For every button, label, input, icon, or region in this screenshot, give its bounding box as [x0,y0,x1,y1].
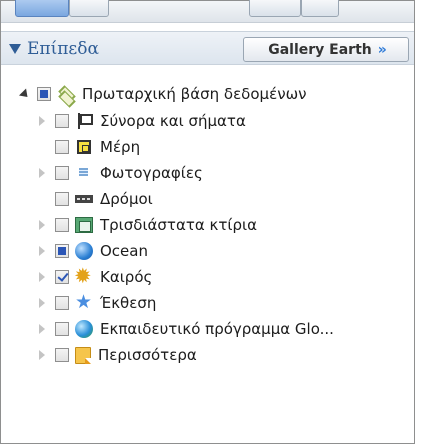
layer-checkbox[interactable] [55,296,69,310]
layer-checkbox[interactable] [55,114,69,128]
layer-label: Περισσότερα [98,346,197,364]
toolbar-button[interactable] [69,0,109,17]
layer-checkbox[interactable] [55,166,69,180]
layer-label: Πρωταρχική βάση δεδομένων [82,85,307,103]
layer-label: Δρόμοι [100,190,153,208]
layer-label: Μέρη [100,138,141,156]
toolbar-button-active[interactable] [15,0,69,17]
collapsed-arrow-icon[interactable] [37,245,49,257]
tree-item[interactable]: Περισσότερα [37,342,197,368]
collapsed-arrow-icon[interactable] [37,219,49,231]
layer-label: Έκθεση [100,294,157,312]
flag-icon [75,112,93,130]
tree-item[interactable]: Μέρη [37,134,140,160]
tree-item[interactable]: Τρισδιάστατα κτίρια [37,212,257,238]
tree-item[interactable]: Έκθεση [37,290,156,316]
tree-item[interactable]: Δρόμοι [37,186,153,212]
weather-icon [74,264,93,288]
layer-label: Εκπαιδευτικό πρόγραμμα Glo... [100,320,334,338]
top-toolbar [1,0,414,23]
collapsed-arrow-icon[interactable] [37,271,49,283]
layers-panel-toggle[interactable]: Επίπεδα [9,39,99,59]
tree-item[interactable]: Εκπαιδευτικό πρόγραμμα Glo... [37,316,334,342]
gallery-earth-button[interactable]: Gallery Earth » [243,37,409,62]
layers-panel-window: Επίπεδα Gallery Earth » Πρωταρχική βάση … [0,0,415,444]
layer-label: Ocean [100,242,148,260]
layers-panel-header: Επίπεδα Gallery Earth » [1,31,414,65]
layer-checkbox[interactable] [55,140,69,154]
layer-checkbox[interactable] [55,348,69,362]
layer-checkbox[interactable] [55,244,69,258]
layer-label: Καιρός [100,268,153,286]
expanded-arrow-icon[interactable] [19,88,31,100]
collapsed-arrow-icon[interactable] [37,323,49,335]
tree-item[interactable]: Καιρός [37,264,152,290]
collapsed-arrow-icon[interactable] [37,297,49,309]
tree-item[interactable]: Σύνορα και σήματα [37,108,246,134]
star-icon [75,291,93,313]
toolbar-button[interactable] [301,0,339,17]
double-chevron-right-icon: » [377,41,387,58]
tree-item[interactable]: Ocean [37,238,148,264]
layer-checkbox[interactable] [37,87,51,101]
layer-checkbox[interactable] [55,322,69,336]
places-icon [77,140,91,154]
photo-icon [75,164,93,182]
globe-icon [75,242,93,260]
buildings-icon [75,217,93,233]
layer-label: Φωτογραφίες [100,164,203,182]
folder-icon [75,346,91,364]
layer-label: Τρισδιάστατα κτίρια [100,216,257,234]
roads-icon [75,190,93,208]
layer-checkbox[interactable] [55,218,69,232]
panel-title: Επίπεδα [27,39,99,59]
collapse-triangle-icon [9,44,21,54]
collapsed-arrow-icon[interactable] [37,167,49,179]
collapsed-arrow-icon[interactable] [37,349,49,361]
tree-root-item[interactable]: Πρωταρχική βάση δεδομένων [19,81,307,107]
collapsed-arrow-icon[interactable] [37,115,49,127]
toolbar-button[interactable] [249,0,301,17]
gallery-button-label: Gallery Earth [268,41,372,58]
tree-item[interactable]: Φωτογραφίες [37,160,203,186]
layers-icon [57,85,75,103]
layer-checkbox[interactable] [55,270,69,284]
layer-label: Σύνορα και σήματα [100,112,246,130]
layer-checkbox[interactable] [55,192,69,206]
globe-green-icon [75,320,93,338]
